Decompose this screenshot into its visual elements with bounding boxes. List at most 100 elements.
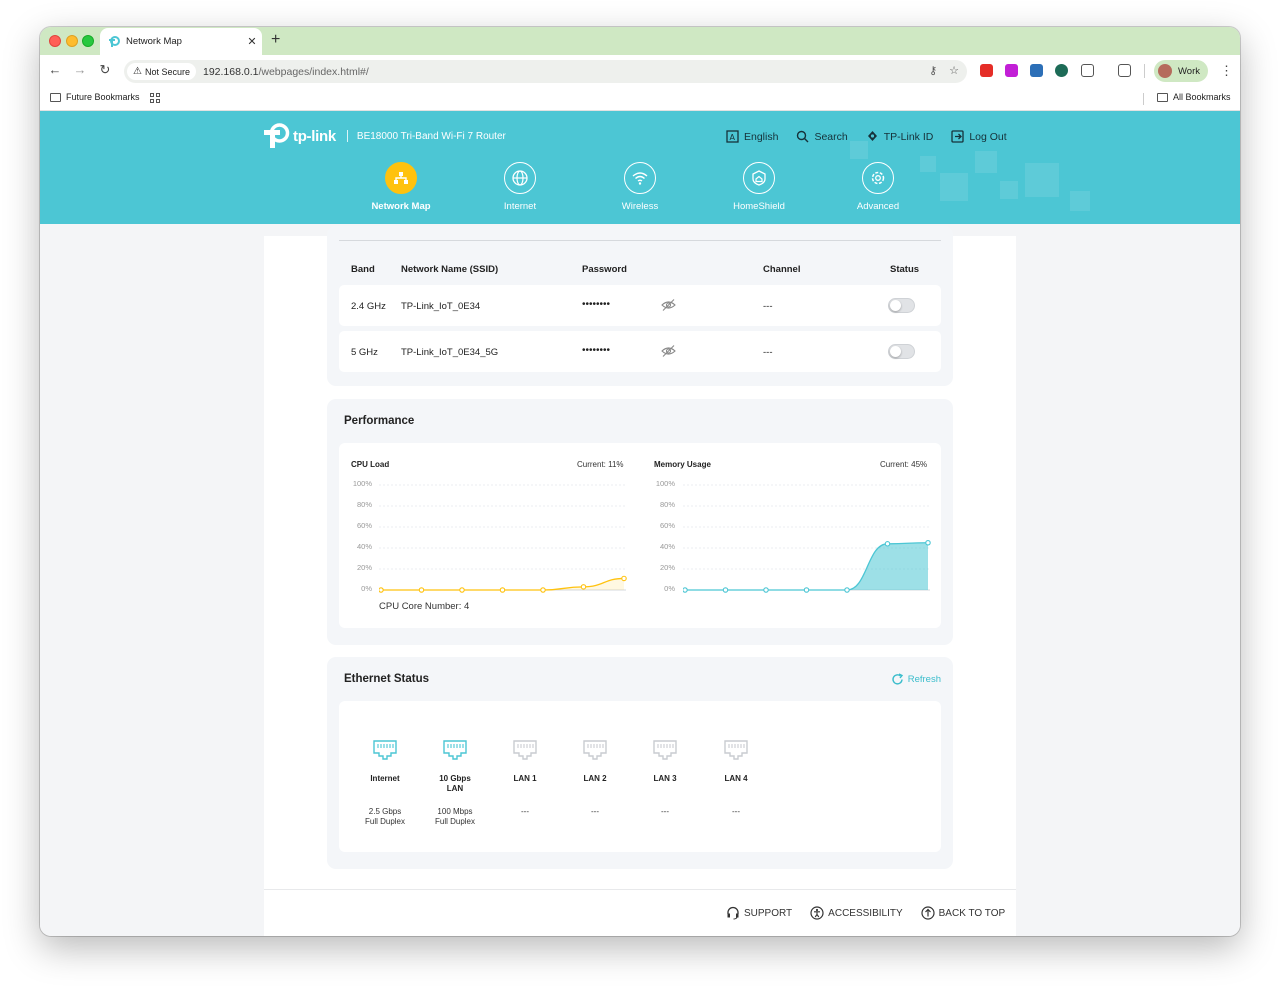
maximize-window-button[interactable] [82,35,94,47]
accessibility-label: ACCESSIBILITY [828,907,903,919]
data-point[interactable] [925,539,931,546]
content-column: Band Network Name (SSID) Password Channe… [264,226,1016,936]
data-point[interactable] [621,575,627,582]
password-key-icon[interactable]: ⚷ [929,64,937,77]
nav-wireless[interactable]: Wireless [590,162,690,212]
support-label: SUPPORT [744,907,793,919]
url-text[interactable]: 192.168.0.1/webpages/index.html#/ [203,66,369,78]
refresh-label: Refresh [907,674,941,685]
hide-password-icon[interactable] [661,298,676,312]
tab-title: Network Map [126,36,182,47]
nav-advanced[interactable]: Advanced [828,162,928,212]
data-point[interactable] [803,587,810,593]
col-status: Status [890,264,920,275]
language-icon: A [726,130,739,143]
not-secure-badge[interactable]: ⚠ Not Secure [127,63,196,80]
ethernet-port-icon [513,740,537,760]
data-point[interactable] [884,541,891,547]
data-point[interactable] [580,584,587,590]
data-point[interactable] [499,587,506,593]
profile-button[interactable]: Work [1154,60,1208,82]
data-point[interactable] [722,587,729,593]
bookmark-label: Future Bookmarks [66,92,140,102]
support-link[interactable]: SUPPORT [726,906,792,920]
apps-grid-icon[interactable] [150,93,161,104]
port-speed: --- [661,807,669,816]
nav-homeshield-label: HomeShield [733,201,785,212]
nav-network-map[interactable]: Network Map [351,162,451,212]
extension-blue-icon[interactable] [1030,64,1043,77]
port-speed: --- [521,807,529,816]
not-secure-label: Not Secure [144,66,190,77]
logout-button[interactable]: Log Out [951,130,1007,143]
extension-purple-icon[interactable] [1005,64,1018,77]
nav-homeshield[interactable]: HomeShield [709,162,809,212]
all-bookmarks-button[interactable]: All Bookmarks [1157,92,1231,102]
nav-internet-label: Internet [503,201,537,212]
performance-panel: CPU Load Current: 11% Memory Usage Curre… [339,443,941,628]
forward-icon[interactable]: → [72,62,88,77]
status-toggle-5ghz[interactable] [888,344,915,359]
network-map-icon [394,172,408,184]
wifi-icon [632,172,648,185]
language-button[interactable]: A English [726,130,778,143]
reload-icon[interactable]: ↻ [97,62,113,78]
language-label: English [744,130,779,143]
data-point[interactable] [683,587,688,593]
cpu-y-tick: 40% [356,542,372,551]
table-row: 5 GHz TP-Link_IoT_0E34_5G •••••••• --- [339,331,941,372]
ethernet-port: LAN 1 --- [495,740,555,817]
tplink-logo[interactable]: tp-link BE18000 Tri-Band Wi-Fi 7 Router [264,123,506,149]
tplink-id-button[interactable]: TP-Link ID [866,130,933,143]
search-icon [797,130,809,143]
data-point[interactable] [418,587,425,593]
search-button[interactable]: Search [796,130,848,143]
tplink-logo-icon [264,123,290,148]
data-point[interactable] [844,587,850,593]
back-to-top-link[interactable]: BACK TO TOP [921,906,1005,920]
new-tab-button[interactable]: + [271,31,280,49]
extensions-puzzle-icon[interactable] [1081,64,1094,77]
logout-label: Log Out [969,130,1007,143]
performance-card: Performance CPU Load Current: 11% Memory… [327,399,953,645]
close-window-button[interactable] [49,35,61,47]
ssid-value: TP-Link_IoT_0E34 [401,301,481,312]
data-point[interactable] [540,587,546,593]
cpu-y-tick: 100% [352,479,372,488]
url-path: /webpages/index.html#/ [258,65,369,78]
ethernet-panel: Internet 2.5 Gbps Full Duplex 10 Gbps LAN 1… [339,701,941,852]
logout-icon [951,130,964,143]
memory-current: Current: 45% [880,460,928,469]
bookmark-folder-future[interactable]: Future Bookmarks [50,92,140,102]
bookmark-star-icon[interactable]: ☆ [949,64,959,77]
extension-green-icon[interactable] [1055,64,1068,77]
back-icon[interactable]: ← [47,62,63,77]
ethernet-port: LAN 4 --- [706,740,766,817]
router-header: tp-link BE18000 Tri-Band Wi-Fi 7 Router … [40,111,1240,224]
tab-search-icon[interactable] [1118,64,1131,77]
minimize-window-button[interactable] [66,35,78,47]
port-speed: 100 Mbps Full Duplex [434,807,475,826]
port-speed: 2.5 Gbps Full Duplex [364,807,405,826]
data-point[interactable] [763,587,769,593]
memory-y-tick: 100% [655,479,675,488]
hide-password-icon[interactable] [661,344,676,358]
extension-red-icon[interactable] [980,64,993,77]
data-point[interactable] [459,587,465,593]
tab-network-map[interactable]: Network Map ✕ [100,28,262,55]
accessibility-link[interactable]: ACCESSIBILITY [810,906,903,920]
performance-title: Performance [344,415,415,427]
address-bar[interactable]: ⚠ Not Secure 192.168.0.1/webpages/index.… [124,60,967,83]
table-top-divider [339,240,941,241]
warning-icon: ⚠ [133,66,142,77]
memory-usage-chart [683,484,931,593]
refresh-button[interactable]: Refresh [891,673,941,686]
nav-internet[interactable]: Internet [470,162,570,212]
data-point[interactable] [379,587,384,593]
browser-menu-icon[interactable]: ⋮ [1220,63,1233,79]
col-band: Band [351,264,375,275]
status-toggle-24ghz[interactable] [888,298,915,313]
bookmarks-bar: Future Bookmarks All Bookmarks [40,87,1240,111]
close-tab-icon[interactable]: ✕ [242,35,262,48]
col-ssid: Network Name (SSID) [401,264,499,275]
